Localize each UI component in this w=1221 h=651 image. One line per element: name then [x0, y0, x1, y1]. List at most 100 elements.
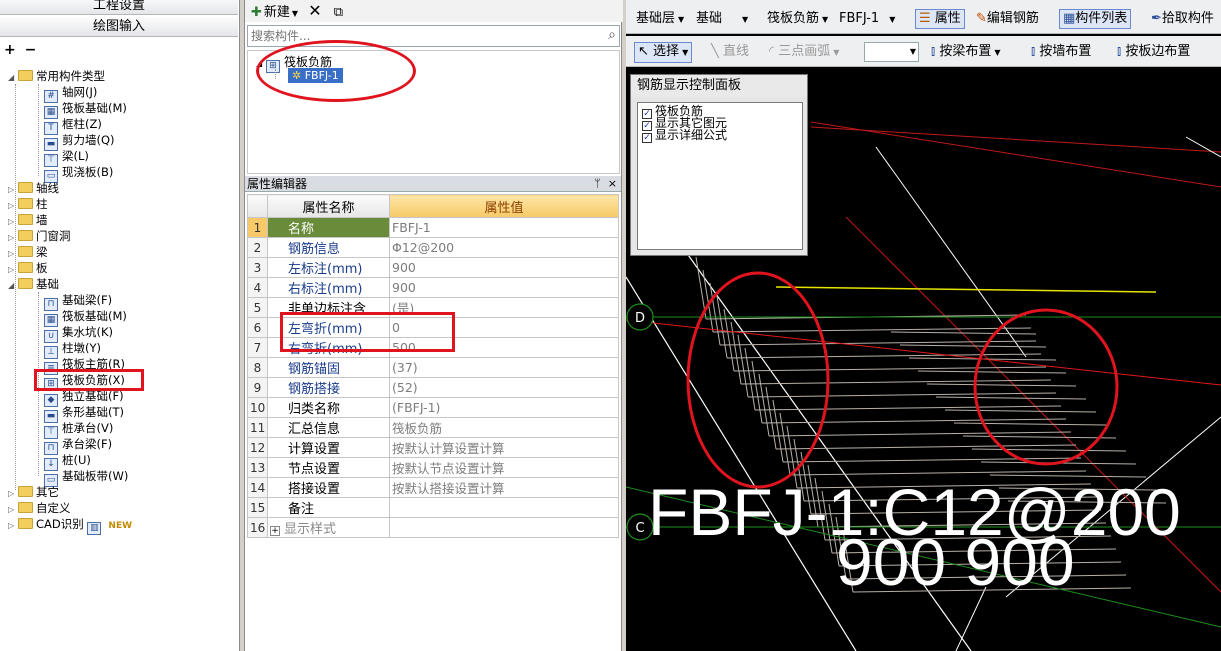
draw-mode-dropdown[interactable]: ▼ — [864, 42, 919, 62]
property-editor-header: 属性编辑器 ᛘ × — [245, 176, 621, 192]
search-icon[interactable]: ⌕ — [608, 27, 616, 43]
tree-item-cap-beam[interactable]: ⊓ 承台梁(F) — [44, 436, 112, 455]
tree-item-cast-slab[interactable]: ▭ 现浇板(B) — [44, 164, 113, 183]
property-value[interactable]: (FBFJ-1) — [389, 397, 619, 418]
property-row[interactable]: 11 汇总信息 筏板负筋 — [247, 417, 619, 438]
rebar-bar — [712, 327, 1032, 333]
rebar-bar — [775, 444, 1077, 450]
expand-arrow-icon[interactable]: ▷ — [8, 518, 18, 534]
tree-item-foundation-strip[interactable]: ▭ 基础板带(W) — [44, 468, 128, 487]
property-row[interactable]: 9 钢筋搭接 (52) — [247, 377, 619, 398]
folder-icon — [18, 198, 33, 209]
pick-component-button[interactable]: ✒拾取构件 — [1151, 10, 1214, 28]
property-value[interactable]: Φ12@200 — [389, 237, 619, 258]
rebar-bend-segment — [716, 295, 728, 359]
properties-button[interactable]: ☰ 属性 — [915, 9, 965, 29]
tree-item-strip-footing[interactable]: ▬ 条形基础(T) — [44, 404, 124, 423]
property-row[interactable]: 15 备注 — [247, 497, 619, 518]
property-value[interactable]: FBFJ-1 — [389, 217, 619, 238]
property-row[interactable]: 10 归类名称 (FBFJ-1) — [247, 397, 619, 418]
tree-item-raft-foundation-2[interactable]: ▦ 筏板基础(M) — [44, 308, 127, 327]
edit-rebar-button[interactable]: ✎编辑钢筋 — [976, 10, 1039, 28]
property-value[interactable]: (37) — [389, 357, 619, 378]
tree-node-axis[interactable]: ▷ 轴线 — [8, 180, 59, 196]
property-row[interactable]: 14 搭接设置 按默认搭接设置计算 — [247, 477, 619, 498]
tree-item-frame-column[interactable]: T 框柱(Z) — [44, 116, 102, 135]
property-value[interactable]: (52) — [389, 377, 619, 398]
tree-item-sump-pit[interactable]: ∪ 集水坑(K) — [44, 324, 113, 343]
property-row[interactable]: 1 名称 FBFJ-1 — [247, 217, 619, 238]
rebar-bar-right — [962, 435, 1117, 439]
tree-item-column-pier[interactable]: ⊥ 柱墩(Y) — [44, 340, 101, 359]
tree-node-common-types[interactable]: ◢ 常用构件类型 — [8, 68, 105, 84]
pin-icon[interactable]: ᛘ — [594, 177, 601, 190]
eyedropper-icon: ✒ — [1151, 11, 1162, 26]
floor-dropdown[interactable]: 基础层 ▼ — [636, 10, 684, 29]
property-value[interactable]: 按默认搭接设置计算 — [389, 477, 619, 498]
tree-node-slab[interactable]: ▷ 板 — [8, 260, 48, 276]
place-by-slab-edge-button[interactable]: ⫾ 按板边布置 — [1117, 43, 1190, 61]
property-name: + 显示样式 — [267, 517, 390, 538]
copy-icon[interactable]: ⧉ — [334, 5, 343, 20]
component-type-dropdown[interactable]: 筏板负筋 ▼ — [767, 10, 828, 29]
component-list-button[interactable]: ▦构件列表 — [1059, 9, 1132, 29]
tree-item-pile-cap[interactable]: ⊤ 桩承台(V) — [44, 420, 113, 439]
tree-node-cad[interactable]: ▷ CAD识别 ▥ NEW — [8, 516, 132, 535]
nav-drawing-input[interactable]: 绘图输入 — [0, 17, 238, 37]
property-value[interactable]: 按默认计算设置计算 — [389, 437, 619, 458]
line-icon: ╲ — [711, 44, 719, 59]
collapse-arrow-icon[interactable]: ◢ — [8, 278, 18, 294]
property-row[interactable]: 16 + 显示样式 — [247, 517, 619, 538]
property-value[interactable] — [389, 497, 619, 518]
property-row[interactable]: 8 钢筋锚固 (37) — [247, 357, 619, 378]
new-button[interactable]: 新建 — [264, 5, 290, 20]
expand-all-icon[interactable]: + — [4, 42, 16, 58]
tree-node-column[interactable]: ▷ 柱 — [8, 196, 48, 212]
select-button[interactable]: ↖ 选择 ▼ — [634, 42, 693, 63]
property-row[interactable]: 2 钢筋信息 Φ12@200 — [247, 237, 619, 258]
checkbox-checked-icon[interactable]: ✓ — [642, 133, 652, 143]
tree-item-beam[interactable]: ⊤ 梁(L) — [44, 148, 89, 167]
tree-node-beam[interactable]: ▷ 梁 — [8, 244, 48, 260]
close-icon[interactable]: × — [608, 177, 617, 190]
row-number: 7 — [247, 337, 268, 358]
collapse-arrow-icon[interactable]: ◢ — [8, 70, 18, 86]
property-name: 计算设置 — [267, 437, 390, 458]
tree-item-shear-wall[interactable]: ▬ 剪力墙(Q) — [44, 132, 115, 151]
property-row[interactable]: 12 计算设置 按默认计算设置计算 — [247, 437, 619, 458]
tree-node-foundation[interactable]: ◢ 基础 — [8, 276, 59, 292]
expand-plus-icon[interactable]: + — [270, 526, 280, 536]
axis-label-d: D — [635, 311, 645, 326]
property-value[interactable]: 900 — [389, 277, 619, 298]
nav-project-settings[interactable]: 工程设置 — [0, 0, 238, 15]
collapse-all-icon[interactable]: − — [25, 42, 37, 58]
property-value[interactable]: 按默认节点设置计算 — [389, 457, 619, 478]
tree-node-other[interactable]: ▷ 其它 — [8, 484, 59, 500]
component-dropdown[interactable]: FBFJ-1 ▼ — [839, 10, 895, 29]
place-by-beam-button[interactable]: ⫾ 按梁布置 ▼ — [931, 43, 1000, 62]
property-row[interactable]: 3 左标注(mm) 900 — [247, 257, 619, 278]
dropdown-arrow-icon[interactable]: ▼ — [292, 9, 298, 18]
tree-item-raft-foundation[interactable]: ▦ 筏板基础(M) — [44, 100, 127, 119]
property-row[interactable]: 4 右标注(mm) 900 — [247, 277, 619, 298]
row-number: 8 — [247, 357, 268, 378]
three-point-arc-button[interactable]: ◜ 三点画弧 ▼ — [769, 43, 839, 62]
property-value[interactable]: 筏板负筋 — [389, 417, 619, 438]
tree-item-foundation-beam[interactable]: ⊓ 基础梁(F) — [44, 292, 112, 311]
tree-item-pile[interactable]: ↓ 桩(U) — [44, 452, 91, 471]
property-row[interactable]: 13 节点设置 按默认节点设置计算 — [247, 457, 619, 478]
property-value[interactable] — [389, 517, 619, 538]
steel-panel-title: 钢筋显示控制面板 — [631, 75, 807, 97]
rebar-bar-right — [935, 396, 1087, 400]
property-value[interactable]: 900 — [389, 257, 619, 278]
option-show-detailed-formula[interactable]: ✓ 显示详细公式 — [642, 129, 798, 143]
line-button[interactable]: ╲ 直线 — [711, 43, 749, 61]
place-by-wall-button[interactable]: ⫾ 按墙布置 — [1031, 43, 1091, 61]
tree-item-axis-grid[interactable]: # 轴网(J) — [44, 84, 97, 103]
delete-icon[interactable]: ✕ — [308, 1, 321, 20]
tree-node-wall[interactable]: ▷ 墙 — [8, 212, 48, 228]
tree-node-custom[interactable]: ▷ 自定义 — [8, 500, 71, 516]
category-dropdown[interactable]: 基础 ▼ — [696, 10, 748, 29]
tree-node-door-window[interactable]: ▷ 门窗洞 — [8, 228, 71, 244]
new-icon[interactable]: ✚ — [251, 2, 262, 24]
